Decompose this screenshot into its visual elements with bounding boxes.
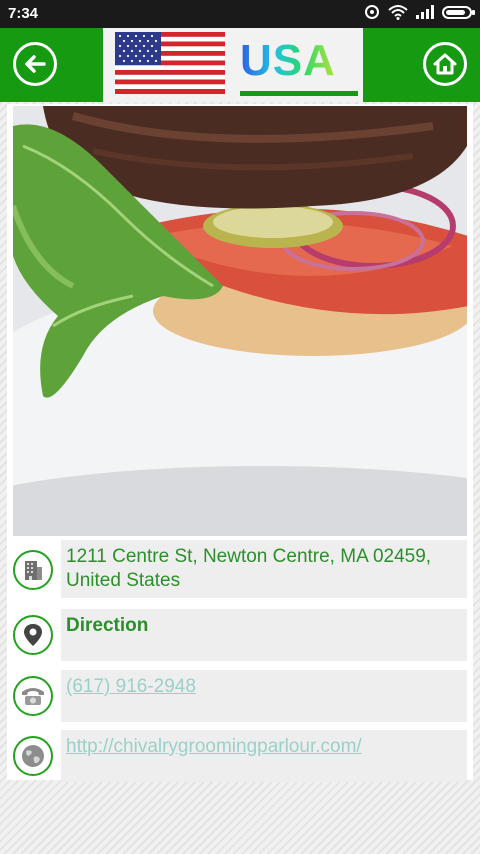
- battery-icon: [442, 5, 475, 19]
- direction-row[interactable]: Direction: [11, 609, 469, 661]
- home-button[interactable]: [423, 42, 467, 86]
- direction-link[interactable]: Direction: [66, 614, 148, 638]
- phone-box[interactable]: (617) 916-2948: [61, 670, 467, 722]
- place-detail-card: 1211 Centre St, Newton Centre, MA 02459,…: [7, 104, 473, 782]
- brand-banner: USA: [103, 28, 363, 102]
- phone-link[interactable]: (617) 916-2948: [66, 675, 196, 699]
- telephone-icon: [22, 688, 44, 705]
- website-icon-circle: [13, 736, 53, 776]
- address-row: 1211 Centre St, Newton Centre, MA 02459,…: [11, 540, 469, 598]
- website-box[interactable]: http://chivalrygroomingparlour.com/: [61, 730, 467, 782]
- back-arrow-icon: [25, 55, 46, 73]
- direction-box[interactable]: Direction: [61, 609, 467, 661]
- burger-photo: [13, 106, 467, 536]
- alarm-icon: [365, 5, 379, 19]
- building-icon: [25, 561, 42, 580]
- address-icon-circle: [13, 550, 53, 590]
- signal-icon: [416, 5, 434, 19]
- address-box: 1211 Centre St, Newton Centre, MA 02459,…: [61, 540, 467, 598]
- usa-flag-icon: [115, 32, 225, 94]
- status-time: 7:34: [8, 5, 39, 22]
- home-icon: [433, 53, 457, 75]
- direction-icon-circle: [13, 615, 53, 655]
- brand-title: USA: [240, 36, 336, 85]
- address-text: 1211 Centre St, Newton Centre, MA 02459,…: [66, 546, 432, 591]
- wifi-icon: [388, 5, 408, 20]
- place-photo: [13, 106, 467, 536]
- phone-row[interactable]: (617) 916-2948: [11, 670, 469, 722]
- status-icons: [364, 4, 475, 20]
- website-link[interactable]: http://chivalrygroomingparlour.com/: [66, 735, 362, 759]
- map-pin-icon: [24, 624, 42, 646]
- phone-icon-circle: [13, 676, 53, 716]
- app-header: USA: [0, 28, 480, 102]
- status-bar: 7:34: [0, 0, 480, 28]
- back-button[interactable]: [13, 42, 57, 86]
- globe-icon: [22, 745, 44, 767]
- brand-underline: [240, 91, 358, 96]
- website-row[interactable]: http://chivalrygroomingparlour.com/: [11, 730, 469, 782]
